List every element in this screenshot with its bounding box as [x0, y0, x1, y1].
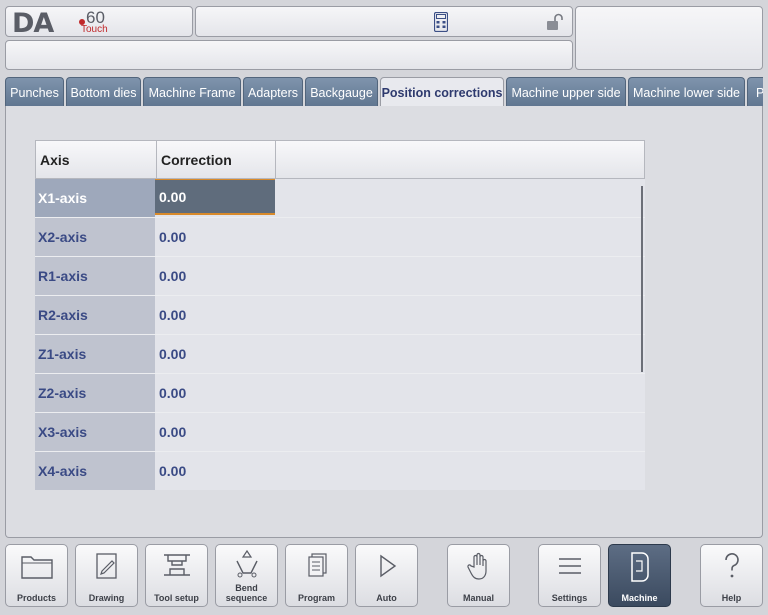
axis-label: X1-axis	[35, 179, 155, 217]
tab-bar: Punches Bottom dies Machine Frame Adapte…	[5, 77, 763, 107]
nav-help-button[interactable]: Help	[700, 544, 763, 607]
nav-drawing-button[interactable]: Drawing	[75, 544, 138, 607]
nav-label: Manual	[462, 593, 494, 603]
tab-position-corrections[interactable]: Position corrections	[380, 77, 504, 107]
nav-products-button[interactable]: Products	[5, 544, 68, 607]
correction-value[interactable]: 0.00	[155, 413, 645, 451]
bend-sequence-icon	[231, 549, 263, 584]
tab-adapters[interactable]: Adapters	[243, 77, 303, 107]
nav-label: Help	[721, 593, 742, 603]
axis-label: Z1-axis	[35, 335, 155, 373]
pages-icon	[302, 551, 332, 586]
tool-setup-icon	[160, 551, 194, 586]
table-row[interactable]: X2-axis 0.00	[35, 218, 645, 256]
logo-touch: Touch	[81, 24, 108, 35]
correction-value[interactable]: 0.00	[155, 335, 645, 373]
nav-label: Machine	[621, 593, 658, 603]
hand-icon	[465, 551, 493, 586]
nav-tool-setup-button[interactable]: Tool setup	[145, 544, 208, 607]
table-row[interactable]: R1-axis 0.00	[35, 257, 645, 295]
nav-label: Settings	[551, 593, 588, 603]
nav-manual-button[interactable]: Manual	[447, 544, 510, 607]
table-row[interactable]: X3-axis 0.00	[35, 413, 645, 451]
list-icon	[555, 551, 585, 586]
nav-label: Tool setup	[154, 593, 199, 603]
table-row[interactable]: Z1-axis 0.00	[35, 335, 645, 373]
status-bar	[5, 40, 573, 70]
header-axis: Axis	[40, 151, 70, 168]
tab-machine-lower-side[interactable]: Machine lower side	[628, 77, 745, 107]
correction-value[interactable]: 0.00	[155, 374, 645, 412]
tab-punches[interactable]: Punches	[5, 77, 64, 107]
axis-label: R1-axis	[35, 257, 155, 295]
question-icon	[720, 551, 744, 586]
axis-label: X4-axis	[35, 452, 155, 490]
header-correction: Correction	[156, 141, 276, 178]
correction-value[interactable]: 0.00	[155, 296, 645, 334]
table-row[interactable]: X4-axis 0.00	[35, 452, 645, 490]
axis-label: X2-axis	[35, 218, 155, 256]
axis-label: Z2-axis	[35, 374, 155, 412]
nav-label: Program	[297, 593, 335, 603]
nav-machine-button[interactable]: Machine	[608, 544, 671, 607]
table-header: Axis Correction	[35, 140, 645, 179]
tab-machine-frame[interactable]: Machine Frame	[143, 77, 241, 107]
axis-label: R2-axis	[35, 296, 155, 334]
toolbar-panel	[195, 6, 573, 37]
correction-input[interactable]: 0.00	[155, 179, 275, 215]
da-logo: DA	[12, 8, 54, 39]
calculator-icon[interactable]	[433, 11, 449, 37]
axis-label: X3-axis	[35, 413, 155, 451]
correction-value[interactable]: 0.00	[155, 452, 645, 490]
nav-label: Bend sequence	[225, 583, 268, 603]
table-row[interactable]: X1-axis 0.00	[35, 179, 645, 217]
nav-bend-sequence-button[interactable]: Bend sequence	[215, 544, 278, 607]
nav-program-button[interactable]: Program	[285, 544, 348, 607]
correction-value[interactable]: 0.00	[155, 257, 645, 295]
pencil-icon	[93, 551, 121, 586]
unlock-icon[interactable]	[546, 13, 564, 36]
table-row[interactable]: R2-axis 0.00	[35, 296, 645, 334]
tab-bottom-dies[interactable]: Bottom dies	[66, 77, 141, 107]
logo-panel: DA 60 Touch	[5, 6, 193, 39]
table-row[interactable]: Z2-axis 0.00	[35, 374, 645, 412]
table-scrollbar[interactable]	[641, 186, 643, 372]
tab-backgauge[interactable]: Backgauge	[305, 77, 378, 107]
play-icon	[373, 551, 401, 586]
nav-settings-button[interactable]: Settings	[538, 544, 601, 607]
tab-machine-upper-side[interactable]: Machine upper side	[506, 77, 626, 107]
nav-auto-button[interactable]: Auto	[355, 544, 418, 607]
folder-icon	[20, 551, 54, 586]
info-panel	[575, 6, 763, 70]
machine-icon	[626, 551, 654, 588]
nav-label: Auto	[376, 593, 397, 603]
nav-label: Drawing	[88, 593, 125, 603]
tab-more[interactable]: P	[747, 77, 763, 107]
position-corrections-table: Axis Correction X1-axis 0.00 X2-axis 0.0…	[35, 140, 645, 490]
nav-label: Products	[16, 593, 56, 603]
correction-value[interactable]: 0.00	[155, 218, 645, 256]
